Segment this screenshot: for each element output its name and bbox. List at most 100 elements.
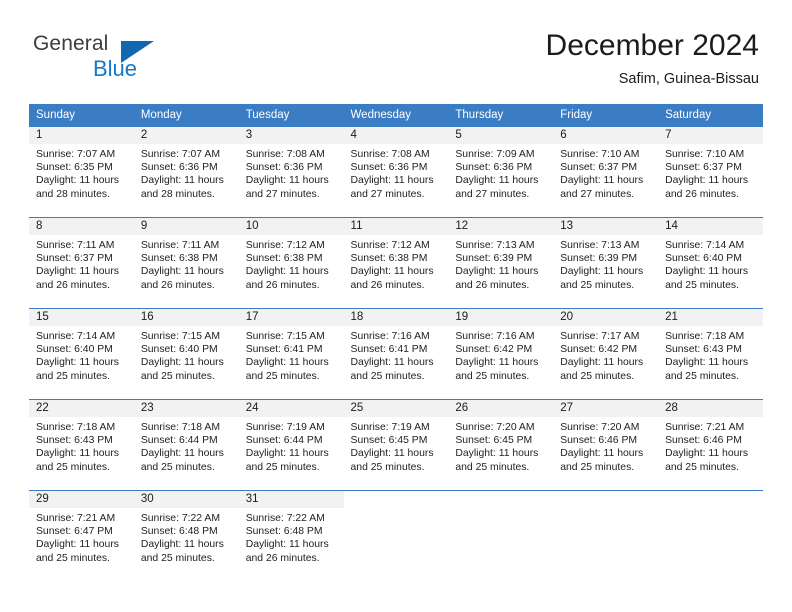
- sunrise-text: Sunrise: 7:19 AM: [245, 422, 325, 433]
- daylight-text-line1: Daylight: 11 hours: [455, 266, 539, 278]
- daylight-text-line2: and 27 minutes.: [245, 188, 320, 200]
- day-details: Sunrise: 7:08 AM Sunset: 6:36 PM Daylight:…: [239, 144, 344, 201]
- daylight-text-line1: Daylight: 11 hours: [245, 357, 329, 369]
- day-cell[interactable]: 6 Sunrise: 7:10 AM Sunset: 6:37 PM Daylight…: [553, 127, 659, 218]
- day-number: 29: [29, 491, 134, 508]
- day-cell-empty: [553, 490, 659, 581]
- day-number: 14: [658, 218, 763, 235]
- sunset-text: Sunset: 6:46 PM: [665, 435, 742, 447]
- day-cell[interactable]: 3 Sunrise: 7:08 AM Sunset: 6:36 PM Daylight…: [238, 127, 344, 218]
- day-cell[interactable]: 22 Sunrise: 7:18 AM Sunset: 6:43 PM Dayligh…: [29, 399, 134, 491]
- daylight-text-line1: Daylight: 11 hours: [350, 175, 434, 187]
- day-cell[interactable]: 30 Sunrise: 7:22 AM Sunset: 6:48 PM Dayligh…: [133, 490, 239, 581]
- sunset-text: Sunset: 6:37 PM: [560, 162, 638, 174]
- general-blue-logo[interactable]: General Blue: [33, 33, 183, 85]
- day-details: Sunrise: 7:07 AM Sunset: 6:35 PM Daylight:…: [29, 144, 134, 201]
- day-cell[interactable]: 24 Sunrise: 7:19 AM Sunset: 6:44 PM Dayligh…: [238, 399, 344, 491]
- day-cell[interactable]: 29 Sunrise: 7:21 AM Sunset: 6:47 PM Dayligh…: [29, 490, 134, 581]
- day-cell[interactable]: 11 Sunrise: 7:12 AM Sunset: 6:38 PM Dayligh…: [343, 217, 449, 309]
- day-cell[interactable]: 21 Sunrise: 7:18 AM Sunset: 6:43 PM Dayligh…: [658, 308, 763, 400]
- day-details: Sunrise: 7:15 AM Sunset: 6:41 PM Daylight:…: [239, 326, 344, 383]
- daylight-text-line1: Daylight: 11 hours: [36, 357, 119, 369]
- day-cell[interactable]: 16 Sunrise: 7:15 AM Sunset: 6:40 PM Dayligh…: [133, 308, 239, 400]
- daylight-text-line2: and 25 minutes.: [560, 279, 635, 291]
- day-details: Sunrise: 7:13 AM Sunset: 6:39 PM Daylight:…: [448, 235, 553, 292]
- daylight-text-line2: and 25 minutes.: [560, 370, 635, 382]
- day-cell[interactable]: 23 Sunrise: 7:18 AM Sunset: 6:44 PM Dayligh…: [133, 399, 239, 491]
- calendar-header-row: Sunday Monday Tuesday Wednesday Thursday…: [29, 104, 763, 127]
- daylight-text-line1: Daylight: 11 hours: [36, 175, 119, 187]
- day-cell[interactable]: 14 Sunrise: 7:14 AM Sunset: 6:40 PM Dayligh…: [658, 217, 763, 309]
- day-number: [344, 491, 449, 508]
- sunrise-text: Sunrise: 7:20 AM: [455, 422, 535, 433]
- day-cell[interactable]: 26 Sunrise: 7:20 AM Sunset: 6:45 PM Dayligh…: [448, 399, 554, 491]
- day-details: Sunrise: 7:20 AM Sunset: 6:45 PM Daylight:…: [448, 417, 553, 474]
- day-cell[interactable]: 18 Sunrise: 7:16 AM Sunset: 6:41 PM Dayligh…: [343, 308, 449, 400]
- day-cell[interactable]: 5 Sunrise: 7:09 AM Sunset: 6:36 PM Daylight…: [448, 127, 554, 218]
- sunrise-text: Sunrise: 7:13 AM: [455, 240, 535, 251]
- day-number: 7: [658, 127, 763, 144]
- day-cell[interactable]: 12 Sunrise: 7:13 AM Sunset: 6:39 PM Dayligh…: [448, 217, 554, 309]
- sunset-text: Sunset: 6:41 PM: [245, 344, 323, 356]
- day-cell[interactable]: 19 Sunrise: 7:16 AM Sunset: 6:42 PM Dayligh…: [448, 308, 554, 400]
- day-details: Sunrise: 7:12 AM Sunset: 6:38 PM Daylight:…: [239, 235, 344, 292]
- sunset-text: Sunset: 6:38 PM: [350, 253, 428, 265]
- day-number: 20: [553, 309, 659, 326]
- day-details: Sunrise: 7:18 AM Sunset: 6:43 PM Daylight:…: [29, 417, 134, 474]
- daylight-text-line1: Daylight: 11 hours: [665, 448, 749, 460]
- day-details: Sunrise: 7:08 AM Sunset: 6:36 PM Daylight:…: [344, 144, 449, 201]
- day-number: 26: [448, 400, 554, 417]
- sunset-text: Sunset: 6:48 PM: [245, 526, 323, 538]
- sunset-text: Sunset: 6:36 PM: [350, 162, 428, 174]
- sunset-text: Sunset: 6:42 PM: [560, 344, 638, 356]
- day-cell[interactable]: 4 Sunrise: 7:08 AM Sunset: 6:36 PM Daylight…: [343, 127, 449, 218]
- daylight-text-line1: Daylight: 11 hours: [665, 266, 749, 278]
- sunset-text: Sunset: 6:36 PM: [245, 162, 323, 174]
- daylight-text-line1: Daylight: 11 hours: [245, 266, 329, 278]
- day-cell[interactable]: 20 Sunrise: 7:17 AM Sunset: 6:42 PM Dayligh…: [553, 308, 659, 400]
- day-cell[interactable]: 9 Sunrise: 7:11 AM Sunset: 6:38 PM Daylight…: [133, 217, 239, 309]
- sunrise-text: Sunrise: 7:07 AM: [36, 149, 116, 160]
- day-details: Sunrise: 7:22 AM Sunset: 6:48 PM Daylight:…: [239, 508, 344, 565]
- day-details: Sunrise: 7:18 AM Sunset: 6:43 PM Daylight:…: [658, 326, 763, 383]
- sunset-text: Sunset: 6:40 PM: [665, 253, 742, 265]
- sunset-text: Sunset: 6:35 PM: [36, 162, 113, 174]
- daylight-text-line2: and 25 minutes.: [245, 370, 320, 382]
- page-header: General Blue December 2024 Safim, Guinea…: [0, 0, 792, 98]
- day-cell[interactable]: 1 Sunrise: 7:07 AM Sunset: 6:35 PM Daylight…: [29, 127, 134, 218]
- day-cell[interactable]: 7 Sunrise: 7:10 AM Sunset: 6:37 PM Daylight…: [658, 127, 763, 218]
- sunset-text: Sunset: 6:43 PM: [665, 344, 742, 356]
- day-number: 31: [238, 491, 344, 508]
- day-cell[interactable]: 2 Sunrise: 7:07 AM Sunset: 6:36 PM Daylight…: [133, 127, 239, 218]
- day-details: Sunrise: 7:17 AM Sunset: 6:42 PM Daylight:…: [553, 326, 658, 383]
- day-number: 4: [343, 127, 449, 144]
- day-cell[interactable]: 8 Sunrise: 7:11 AM Sunset: 6:37 PM Daylight…: [29, 217, 134, 309]
- sunset-text: Sunset: 6:36 PM: [455, 162, 533, 174]
- day-cell[interactable]: 28 Sunrise: 7:21 AM Sunset: 6:46 PM Dayligh…: [658, 399, 763, 491]
- day-cell[interactable]: 15 Sunrise: 7:14 AM Sunset: 6:40 PM Dayligh…: [29, 308, 134, 400]
- day-cell[interactable]: 13 Sunrise: 7:13 AM Sunset: 6:39 PM Dayligh…: [553, 217, 659, 309]
- daylight-text-line2: and 27 minutes.: [560, 188, 635, 200]
- day-cell[interactable]: 17 Sunrise: 7:15 AM Sunset: 6:41 PM Dayligh…: [238, 308, 344, 400]
- day-cell[interactable]: 31 Sunrise: 7:22 AM Sunset: 6:48 PM Dayligh…: [238, 490, 344, 581]
- day-number: 19: [448, 309, 554, 326]
- daylight-text-line2: and 25 minutes.: [245, 461, 320, 473]
- daylight-text-line1: Daylight: 11 hours: [140, 266, 224, 278]
- daylight-text-line1: Daylight: 11 hours: [455, 357, 539, 369]
- day-number: 5: [448, 127, 554, 144]
- day-cell[interactable]: 25 Sunrise: 7:19 AM Sunset: 6:45 PM Dayligh…: [343, 399, 449, 491]
- daylight-text-line2: and 25 minutes.: [665, 370, 739, 382]
- sunset-text: Sunset: 6:38 PM: [140, 253, 218, 265]
- day-cell[interactable]: 27 Sunrise: 7:20 AM Sunset: 6:46 PM Dayligh…: [553, 399, 659, 491]
- sunrise-text: Sunrise: 7:16 AM: [350, 331, 430, 342]
- daylight-text-line2: and 26 minutes.: [245, 552, 320, 564]
- day-number: [448, 491, 553, 508]
- day-number: 30: [133, 491, 239, 508]
- day-details: Sunrise: 7:10 AM Sunset: 6:37 PM Daylight:…: [658, 144, 763, 201]
- sunrise-text: Sunrise: 7:08 AM: [245, 149, 325, 160]
- sunset-text: Sunset: 6:45 PM: [350, 435, 428, 447]
- day-details: Sunrise: 7:10 AM Sunset: 6:37 PM Daylight:…: [553, 144, 658, 201]
- sunrise-text: Sunrise: 7:11 AM: [140, 240, 220, 251]
- daylight-text-line1: Daylight: 11 hours: [140, 175, 224, 187]
- day-cell[interactable]: 10 Sunrise: 7:12 AM Sunset: 6:38 PM Dayligh…: [238, 217, 344, 309]
